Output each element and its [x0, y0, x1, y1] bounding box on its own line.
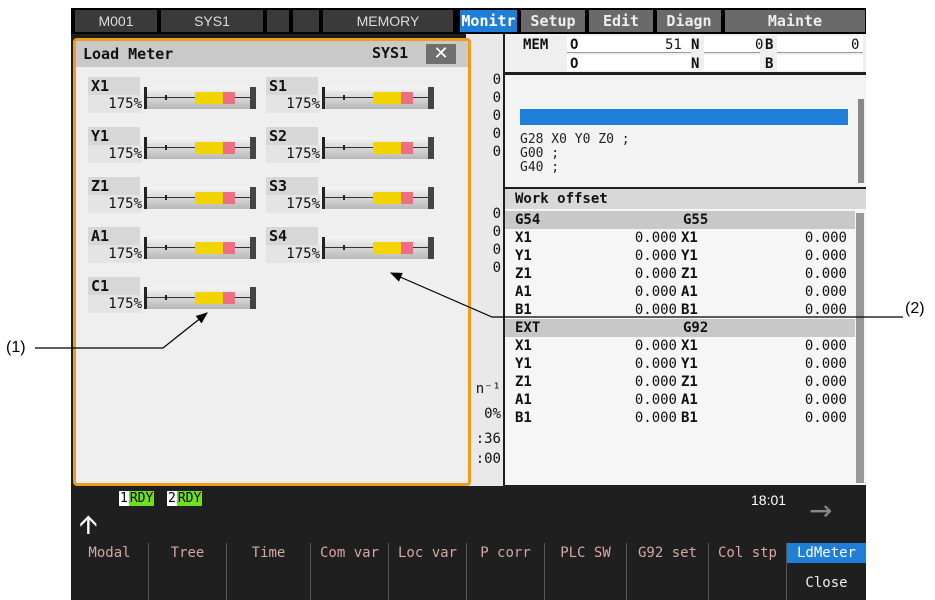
- callout-leader-lines: [35, 272, 903, 349]
- callout-2-leader: [389, 272, 903, 318]
- callout-1-leader: [35, 312, 208, 349]
